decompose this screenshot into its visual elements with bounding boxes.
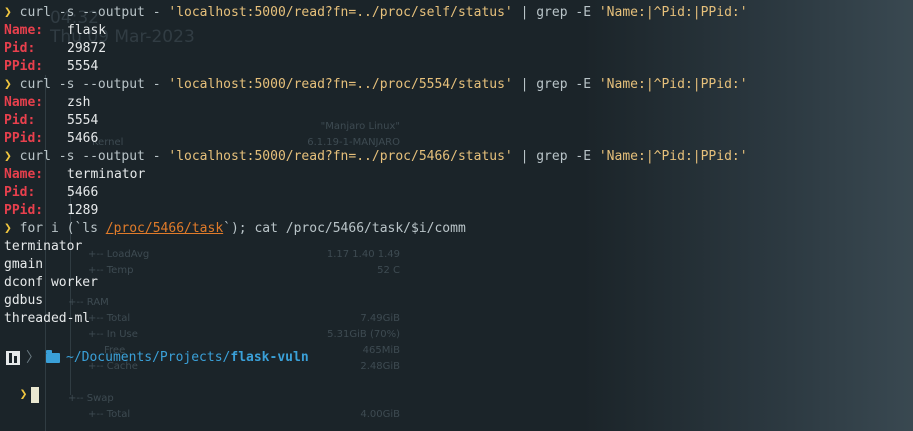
output-row: Pid: 29872 (4, 40, 913, 58)
output-row: Pid: 5466 (4, 184, 913, 202)
command-url: 'localhost:5000/read?fn=../proc/5466/sta… (168, 149, 513, 164)
folder-icon (46, 350, 60, 363)
field-value: 5466 (67, 131, 99, 146)
field-label: PPid: (4, 131, 44, 146)
for-command-path[interactable]: /proc/5466/task (106, 221, 223, 236)
conky-ram-inuse-label: +-- In Use (88, 329, 138, 340)
cwd-last: flask-vuln (230, 350, 309, 365)
command-pattern: 'Name:|^Pid:|PPid:' (598, 5, 748, 20)
field-value: 1289 (67, 203, 99, 218)
field-label: PPid: (4, 59, 44, 74)
command-line: ❯ curl -s --output - 'localhost:5000/rea… (4, 76, 913, 94)
command-pipe: | (512, 149, 537, 164)
command-pattern: 'Name:|^Pid:|PPid:' (598, 77, 748, 92)
for-command-end: `); cat /proc/5466/task/$i/comm (223, 221, 466, 236)
field-label: Pid: (4, 113, 36, 128)
output-row: Name: zsh (4, 94, 913, 112)
manjaro-logo-icon (6, 351, 20, 365)
current-directory: ~/Documents/Projects/flask-vuln (66, 349, 309, 367)
conky-ram-inuse-value: 5.31GiB (70%) (327, 329, 400, 340)
field-value: 29872 (67, 41, 107, 56)
field-value: flask (67, 23, 107, 38)
field-label: Name: (4, 95, 44, 110)
prompt-status-bar: 〉 ~/Documents/Projects/flask-vuln (6, 349, 309, 367)
conky-swap-total-value: 4.00GiB (360, 409, 400, 420)
prompt-arrow-icon: ❯ (4, 149, 12, 164)
command-pattern: 'Name:|^Pid:|PPid:' (598, 149, 748, 164)
command-url: 'localhost:5000/read?fn=../proc/self/sta… (168, 5, 513, 20)
output-row: PPid: 1289 (4, 202, 913, 220)
prompt-arrow-icon: ❯ (4, 5, 12, 20)
command-line: ❯ curl -s --output - 'localhost:5000/rea… (4, 4, 913, 22)
chevron-right-icon: 〉 (26, 350, 40, 366)
command-prefix: curl -s --output - (19, 5, 169, 20)
prompt-arrow-icon: ❯ (4, 77, 12, 92)
thread-name: dconf worker (4, 275, 98, 290)
command-prefix: curl -s --output - (19, 149, 169, 164)
command-grep: grep -E (536, 149, 599, 164)
field-value: 5554 (67, 59, 99, 74)
text-cursor[interactable] (31, 386, 40, 403)
command-prefix: curl -s --output - (19, 77, 169, 92)
output-row: PPid: 5554 (4, 58, 913, 76)
conky-swap-total-label: +-- Total (88, 409, 131, 420)
command-grep: grep -E (536, 77, 599, 92)
command-line: ❯ for i (`ls /proc/5466/task`); cat /pro… (4, 220, 913, 238)
output-row: PPid: 5466 (4, 130, 913, 148)
thread-name: threaded-ml (4, 311, 91, 326)
command-line: ❯ curl -s --output - 'localhost:5000/rea… (4, 148, 913, 166)
output-row: Name: flask (4, 22, 913, 40)
prompt-arrow-icon: ❯ (4, 221, 12, 236)
conky-swap-label: +-- Swap (68, 393, 114, 404)
field-label: Name: (4, 23, 44, 38)
command-pipe: | (512, 77, 537, 92)
prompt-arrow-icon: ❯ (19, 387, 28, 402)
cwd-prefix: ~/Documents/Projects/ (66, 350, 231, 365)
field-value: terminator (67, 167, 146, 182)
field-value: 5554 (67, 113, 99, 128)
field-label: Name: (4, 167, 44, 182)
output-row: Name: terminator (4, 166, 913, 184)
output-row: Pid: 5554 (4, 112, 913, 130)
field-value: 5466 (67, 185, 99, 200)
field-label: Pid: (4, 185, 36, 200)
command-pipe: | (512, 5, 537, 20)
command-url: 'localhost:5000/read?fn=../proc/5554/sta… (168, 77, 513, 92)
thread-name: gmain (4, 257, 44, 272)
field-label: Pid: (4, 41, 36, 56)
field-value: zsh (67, 95, 91, 110)
input-prompt-line[interactable]: ❯ (4, 368, 40, 403)
thread-name: gdbus (4, 293, 44, 308)
for-command-start: for i (`ls (19, 221, 106, 236)
thread-name: terminator (4, 239, 83, 254)
field-label: PPid: (4, 203, 44, 218)
command-grep: grep -E (536, 5, 599, 20)
terminal-output[interactable]: ❯ curl -s --output - 'localhost:5000/rea… (4, 4, 913, 328)
